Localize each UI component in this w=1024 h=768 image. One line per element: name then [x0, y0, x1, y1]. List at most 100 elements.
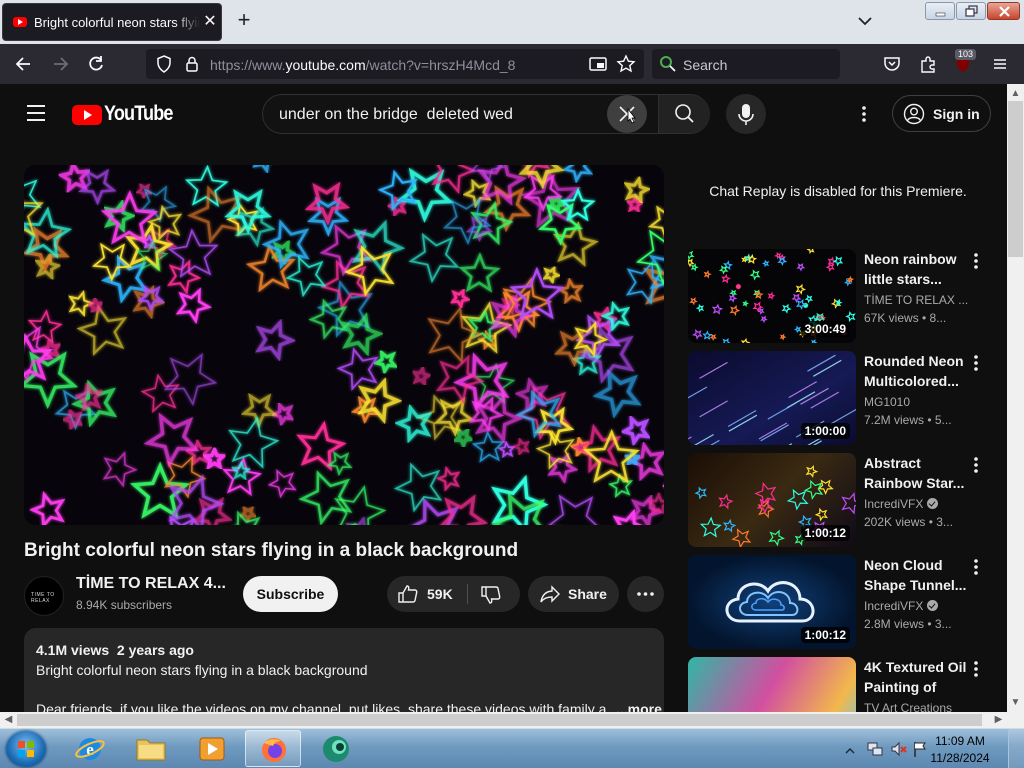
firefox-taskbar-button[interactable]: [245, 730, 301, 767]
extensions-puzzle-icon[interactable]: [918, 54, 938, 74]
recommended-video-channel[interactable]: IncrediVFX: [864, 497, 968, 511]
picture-in-picture-icon[interactable]: [588, 54, 608, 74]
google-search-engine-icon[interactable]: [658, 54, 678, 74]
channel-name[interactable]: TİME TO RELAX 4...: [76, 575, 226, 593]
settings-more-vertical-icon[interactable]: [854, 104, 874, 124]
horizontal-scroll-thumb[interactable]: [17, 714, 982, 726]
action-center-flag-icon[interactable]: [912, 740, 928, 763]
recommended-video[interactable]: 3:00:49 Neon rainbow little stars... TİME …: [688, 249, 998, 345]
clear-search-button[interactable]: [607, 95, 647, 133]
like-thumbs-up-icon[interactable]: [397, 583, 419, 610]
recommended-video-thumbnail[interactable]: 3:00:49: [688, 249, 856, 343]
guide-menu-icon[interactable]: [26, 104, 46, 127]
share-arrow-icon: [539, 583, 561, 610]
show-more-link[interactable]: ...more: [616, 701, 662, 712]
system-clock[interactable]: 11:09 AM 11/28/2024: [928, 733, 992, 767]
youtube-search-box[interactable]: under on the bridge deleted wed: [262, 94, 710, 134]
recommended-video-channel[interactable]: IncrediVFX: [864, 599, 968, 613]
share-button[interactable]: Share: [528, 576, 619, 612]
address-bar[interactable]: https://www.youtube.com/watch?v=hrszH4Mc…: [146, 49, 644, 79]
new-tab-button[interactable]: +: [233, 9, 255, 32]
forward-arrow-icon[interactable]: [50, 54, 70, 74]
youtube-logo-icon[interactable]: [72, 105, 102, 125]
recommended-video-thumbnail[interactable]: 1:00:12: [688, 555, 856, 649]
recommended-video-title[interactable]: Neon rainbow little stars...: [864, 249, 968, 289]
browser-tab[interactable]: Bright colorful neon stars flying in a b…: [2, 3, 222, 41]
dislike-thumbs-down-icon[interactable]: [480, 584, 502, 611]
recommended-video-channel[interactable]: MG1010: [864, 395, 968, 409]
youtube-logo-text[interactable]: YouTube: [104, 102, 173, 126]
start-button[interactable]: [6, 731, 46, 767]
scroll-left-arrow-icon[interactable]: ◀: [0, 714, 17, 725]
video-action-menu-icon[interactable]: [968, 557, 984, 577]
show-desktop-button[interactable]: [1008, 729, 1024, 768]
recommended-video-stats: 202K views • 3...: [864, 515, 953, 529]
like-divider: [467, 584, 468, 604]
window-close-button[interactable]: [987, 2, 1020, 20]
recommended-video-thumbnail[interactable]: 1:00:12: [688, 453, 856, 547]
media-player-icon: [199, 737, 225, 761]
back-arrow-icon[interactable]: [14, 54, 34, 74]
bookmark-star-icon[interactable]: [616, 54, 636, 74]
pocket-icon[interactable]: [882, 54, 902, 74]
youtube-search-input[interactable]: under on the bridge deleted wed: [279, 106, 513, 124]
recommended-video-title[interactable]: Neon Cloud Shape Tunnel...: [864, 555, 968, 595]
screen: Bright colorful neon stars flying in a b…: [0, 0, 1024, 768]
recommended-video-channel-name: TİME TO RELAX ...: [864, 293, 968, 307]
recommended-video[interactable]: 1:00:12 Abstract Rainbow Star... IncrediVF…: [688, 453, 998, 549]
list-all-tabs-icon[interactable]: [855, 12, 875, 30]
app-taskbar-button[interactable]: [308, 730, 364, 767]
recommended-video-channel[interactable]: TV Art Creations: [864, 701, 968, 712]
recommended-video-title[interactable]: 4K Textured Oil Painting of TV...: [864, 657, 968, 697]
sign-in-button[interactable]: Sign in: [892, 95, 991, 132]
description-box[interactable]: 4.1M views 2 years ago Bright colorful n…: [24, 628, 664, 712]
volume-muted-icon[interactable]: [890, 740, 908, 763]
scroll-up-arrow-icon[interactable]: ▲: [1007, 88, 1024, 99]
media-player-taskbar-button[interactable]: [184, 730, 240, 767]
windows-logo-icon: [18, 741, 34, 757]
like-count[interactable]: 59K: [427, 586, 453, 602]
vertical-scroll-thumb[interactable]: [1008, 101, 1023, 257]
recommended-video-thumbnail[interactable]: [688, 657, 856, 712]
browser-search-bar[interactable]: Search: [652, 49, 840, 79]
account-circle-icon: [903, 103, 925, 130]
file-explorer-taskbar-button[interactable]: [123, 730, 179, 767]
recommended-video-title[interactable]: Abstract Rainbow Star...: [864, 453, 968, 493]
subscribe-button[interactable]: Subscribe: [243, 576, 338, 612]
minimize-button[interactable]: [925, 2, 955, 20]
youtube-search-button[interactable]: [658, 95, 710, 133]
view-count-and-date: 4.1M views 2 years ago: [36, 642, 194, 658]
lock-icon[interactable]: [182, 54, 202, 74]
description-text-continued: Dear friends, if you like the videos on …: [36, 701, 606, 712]
recommended-video-channel-name: IncrediVFX: [864, 599, 924, 613]
recommended-video[interactable]: 4K Textured Oil Painting of TV... TV Art …: [688, 657, 998, 712]
hamburger-menu-icon[interactable]: [990, 54, 1010, 74]
video-action-menu-icon[interactable]: [968, 659, 984, 679]
video-action-menu-icon[interactable]: [968, 455, 984, 475]
browser-search-placeholder: Search: [683, 57, 728, 73]
tracking-protection-shield-icon[interactable]: [154, 54, 174, 74]
youtube-favicon-icon: [13, 17, 27, 27]
video-action-menu-icon[interactable]: [968, 353, 984, 373]
recommended-video-title[interactable]: Rounded Neon Multicolored...: [864, 351, 968, 391]
more-actions-button[interactable]: [627, 576, 664, 612]
video-player[interactable]: [24, 165, 664, 525]
firefox-icon: [262, 738, 286, 762]
internet-explorer-taskbar-button[interactable]: e: [62, 730, 118, 767]
show-hidden-icons-icon[interactable]: [845, 743, 855, 761]
network-icon[interactable]: [866, 740, 884, 763]
recommended-video-channel[interactable]: TİME TO RELAX ...: [864, 293, 968, 307]
recommended-video[interactable]: 1:00:00 Rounded Neon Multicolored... MG101…: [688, 351, 998, 447]
url-text[interactable]: https://www.youtube.com/watch?v=hrszH4Mc…: [210, 57, 515, 73]
scroll-down-arrow-icon[interactable]: ▼: [1007, 697, 1024, 708]
channel-avatar[interactable]: TIME TO RELAX: [24, 576, 64, 616]
reload-icon[interactable]: [86, 54, 106, 74]
recommended-video-thumbnail[interactable]: 1:00:00: [688, 351, 856, 445]
restore-button[interactable]: [956, 2, 986, 20]
internet-explorer-icon: e: [75, 738, 105, 760]
scroll-right-arrow-icon[interactable]: ▶: [990, 714, 1007, 725]
tab-close-button[interactable]: ✕: [201, 12, 219, 32]
video-action-menu-icon[interactable]: [968, 251, 984, 271]
recommended-video[interactable]: 1:00:12 Neon Cloud Shape Tunnel... Incredi…: [688, 555, 998, 651]
voice-search-mic-icon[interactable]: [726, 94, 766, 134]
